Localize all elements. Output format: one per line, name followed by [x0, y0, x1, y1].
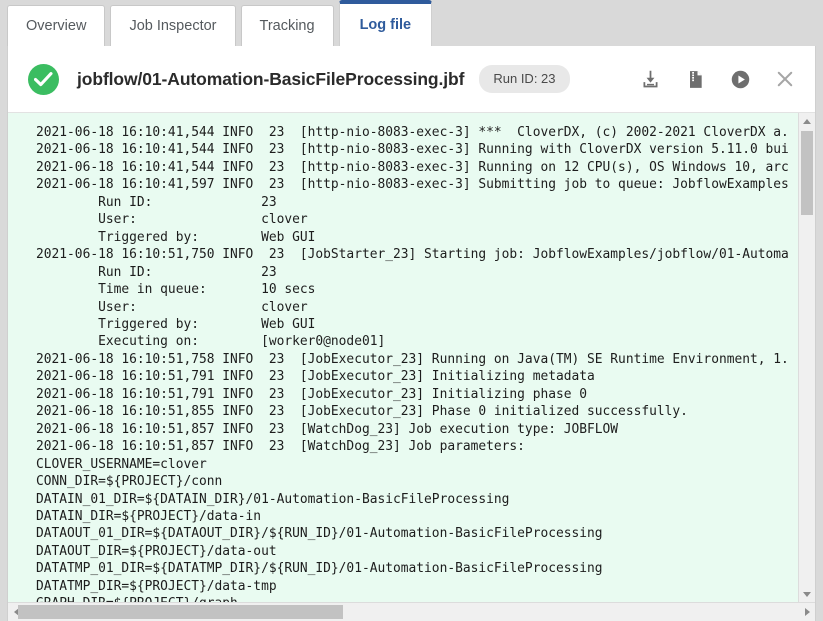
close-icon[interactable] [773, 67, 797, 91]
header-actions [638, 67, 797, 91]
log-area: 2021-06-18 16:10:41,544 INFO 23 [http-ni… [8, 112, 815, 621]
download-icon[interactable] [638, 67, 662, 91]
chevron-up-icon [803, 119, 811, 124]
vertical-scrollbar-thumb[interactable] [801, 131, 813, 215]
scroll-up-button[interactable] [799, 113, 815, 129]
log-content: 2021-06-18 16:10:41,544 INFO 23 [http-ni… [36, 124, 789, 602]
chevron-down-icon [803, 592, 811, 597]
chevron-right-icon [805, 608, 810, 616]
log-file-panel: jobflow/01-Automation-BasicFileProcessin… [7, 46, 816, 621]
play-icon[interactable] [728, 67, 752, 91]
success-check-icon [28, 64, 59, 95]
page-title: jobflow/01-Automation-BasicFileProcessin… [77, 69, 464, 90]
horizontal-scrollbar-thumb[interactable] [18, 605, 343, 619]
scroll-down-button[interactable] [799, 586, 815, 602]
tab-overview[interactable]: Overview [7, 5, 105, 46]
tab-log-file[interactable]: Log file [339, 0, 433, 46]
horizontal-scrollbar[interactable] [8, 602, 815, 621]
tab-tracking[interactable]: Tracking [241, 5, 334, 46]
status-badge: Run ID: 23 [479, 65, 569, 93]
job-header: jobflow/01-Automation-BasicFileProcessin… [8, 46, 815, 112]
vertical-scrollbar[interactable] [798, 113, 815, 602]
tab-bar: Overview Job Inspector Tracking Log file [0, 0, 823, 46]
log-viewport[interactable]: 2021-06-18 16:10:41,544 INFO 23 [http-ni… [8, 113, 798, 602]
tab-job-inspector[interactable]: Job Inspector [110, 5, 235, 46]
archive-file-icon[interactable] [683, 67, 707, 91]
scroll-right-button[interactable] [799, 603, 815, 621]
